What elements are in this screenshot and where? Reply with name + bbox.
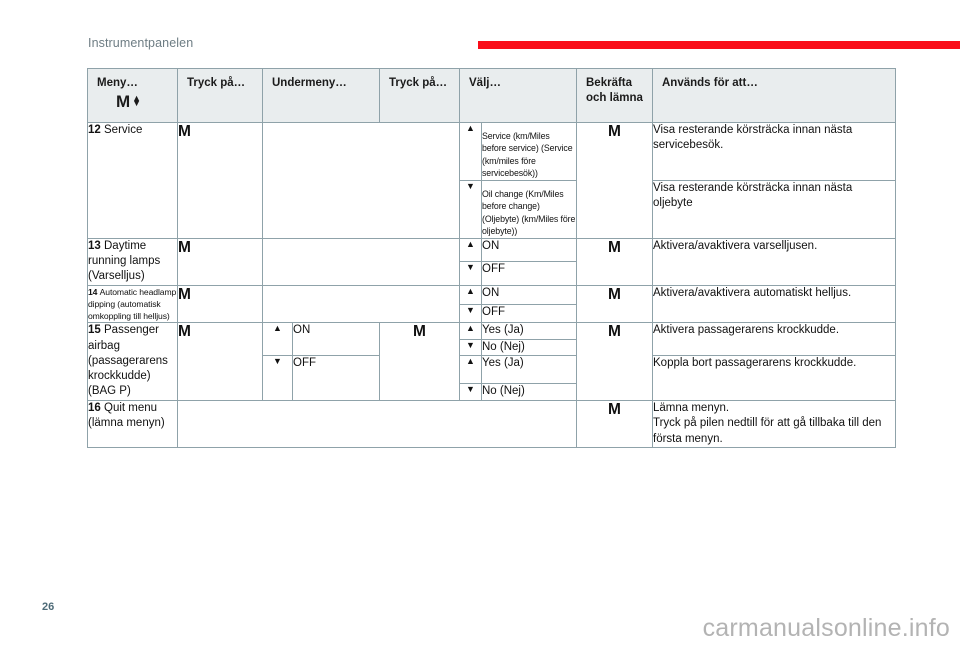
header-red-rule [478,41,960,49]
row-12-menu-cell: 12 Service [87,122,178,239]
section-title: Instrumentpanelen [88,36,194,50]
row-15-opt-0-arrow-up-icon: ▲ [459,322,482,340]
col-header-menu: Meny… M ▲ ▼ [87,68,178,123]
row-16-number: 16 [88,401,104,414]
row-14-name: Automatic headlamp dipping (automatisk o… [88,286,177,322]
row-15-opt-3-arrow-down-icon: ▼ [459,383,482,401]
row-15-sub-0-label: ON [292,322,380,356]
col-header-usage: Används för att… [652,68,896,123]
row-15-opt-1-arrow-down-icon: ▼ [459,338,482,356]
table-row: 13 Daytime running lamps (Varselljus) M … [87,237,896,286]
row-14-menu-cell: 14 Automatic headlamp dipping (automatis… [87,284,178,324]
row-13-number: 13 [88,239,104,252]
row-13-opt-1-label: OFF [481,261,577,286]
row-13-menu-cell: 13 Daytime running lamps (Varselljus) [87,237,178,286]
row-15-number: 15 [88,324,104,337]
row-13-press-1: M [177,237,263,286]
row-14-opt-1-arrow-down-icon: ▼ [459,303,482,324]
table-row: 16 Quit menu (lämna menyn) M Lämna menyn… [87,399,896,448]
row-12-submenu-empty [262,122,460,239]
row-15-confirm: M [576,322,653,401]
row-13-submenu-empty [262,237,460,286]
col-header-menu-label: Meny… [97,77,138,89]
row-14-opt-1-label: OFF [481,303,577,324]
row-15-press-1: M [177,322,263,401]
row-15-menu-cell: 15 Passenger airbag (passagerarens krock… [87,322,178,401]
menu-settings-table: Meny… M ▲ ▼ Tryck på… Undermeny… Tryck p… [87,68,896,448]
row-12-opt-0-arrow-up-icon: ▲ [459,122,482,181]
menu-m-letter: M [116,91,131,111]
row-15-press-2: M [379,322,460,401]
row-15-desc-activate: Aktivera passagerarens krockkudde. [652,322,896,356]
row-16-confirm: M [576,399,653,448]
row-13-opt-0-arrow-up-icon: ▲ [459,237,482,263]
row-12-number: 12 [88,124,104,136]
row-12-opt-1-label: Oil change (Km/Miles before change) (Olj… [481,179,577,239]
menu-m-badge: M ▲ ▼ [116,93,141,110]
col-header-submenu: Undermeny… [262,68,380,123]
row-13-desc: Aktivera/avaktivera varselljusen. [652,237,896,286]
watermark: carmanualsonline.info [702,614,950,642]
row-15-opt-2-arrow-up-icon: ▲ [459,354,482,385]
col-header-select: Välj… [459,68,577,123]
row-15-opt-3-label: No (Nej) [481,383,577,401]
row-12-opt-0-label: Service (km/Miles before service) (Servi… [481,122,577,181]
row-14-number: 14 [88,286,100,297]
row-16-empty-span [177,399,577,448]
col-header-press-1: Tryck på… [177,68,263,123]
row-15-opt-0-label: Yes (Ja) [481,322,577,340]
row-15-opt-2-label: Yes (Ja) [481,354,577,385]
row-15-sub-1-arrow-down-icon: ▼ [262,354,293,401]
menu-arrow-pair: ▲ ▼ [132,93,142,109]
table-row: 12 Service M ▲ Service (km/Miles before … [87,122,896,239]
page-number: 26 [42,601,55,613]
row-14-submenu-empty [262,284,460,324]
row-15-opt-1-label: No (Nej) [481,338,577,356]
row-12-name: Service [104,124,143,136]
row-15-desc-deactivate: Koppla bort passagerarens krockkudde. [652,354,896,401]
row-12-opt-1-desc: Visa resterande körsträcka innan nästa o… [652,179,896,239]
row-13-opt-1-arrow-down-icon: ▼ [459,261,482,286]
row-13-opt-0-label: ON [481,237,577,263]
row-12-press-1: M [177,122,263,239]
table-row: 14 Automatic headlamp dipping (automatis… [87,284,896,324]
row-14-opt-0-label: ON [481,284,577,305]
row-16-desc-line-2: Tryck på pilen nedtill för att gå tillba… [653,417,882,445]
col-header-confirm: Bekräfta och lämna [576,68,653,123]
row-12-opt-1-arrow-down-icon: ▼ [459,179,482,239]
row-15-sub-1-label: OFF [292,354,380,401]
row-14-opt-0-arrow-up-icon: ▲ [459,284,482,305]
row-13-confirm: M [576,237,653,286]
col-header-press-2: Tryck på… [379,68,460,123]
row-15-sub-0-arrow-up-icon: ▲ [262,322,293,356]
arrow-down-icon: ▼ [132,98,142,109]
row-14-confirm: M [576,284,653,324]
row-16-desc: Lämna menyn. Tryck på pilen nedtill för … [652,399,896,448]
row-12-opt-0-desc: Visa resterande körsträcka innan nästa s… [652,122,896,181]
table-row: 15 Passenger airbag (passagerarens krock… [87,322,896,401]
row-14-press-1: M [177,284,263,324]
row-16-menu-cell: 16 Quit menu (lämna menyn) [87,399,178,448]
row-12-confirm: M [576,122,653,239]
page-root: Instrumentpanelen Meny… M ▲ ▼ Tryck på… … [0,0,960,649]
row-16-desc-line-1: Lämna menyn. [653,401,730,414]
table-header-row: Meny… M ▲ ▼ Tryck på… Undermeny… Tryck p… [87,68,896,123]
row-14-desc: Aktivera/avaktivera automatiskt helljus. [652,284,896,324]
